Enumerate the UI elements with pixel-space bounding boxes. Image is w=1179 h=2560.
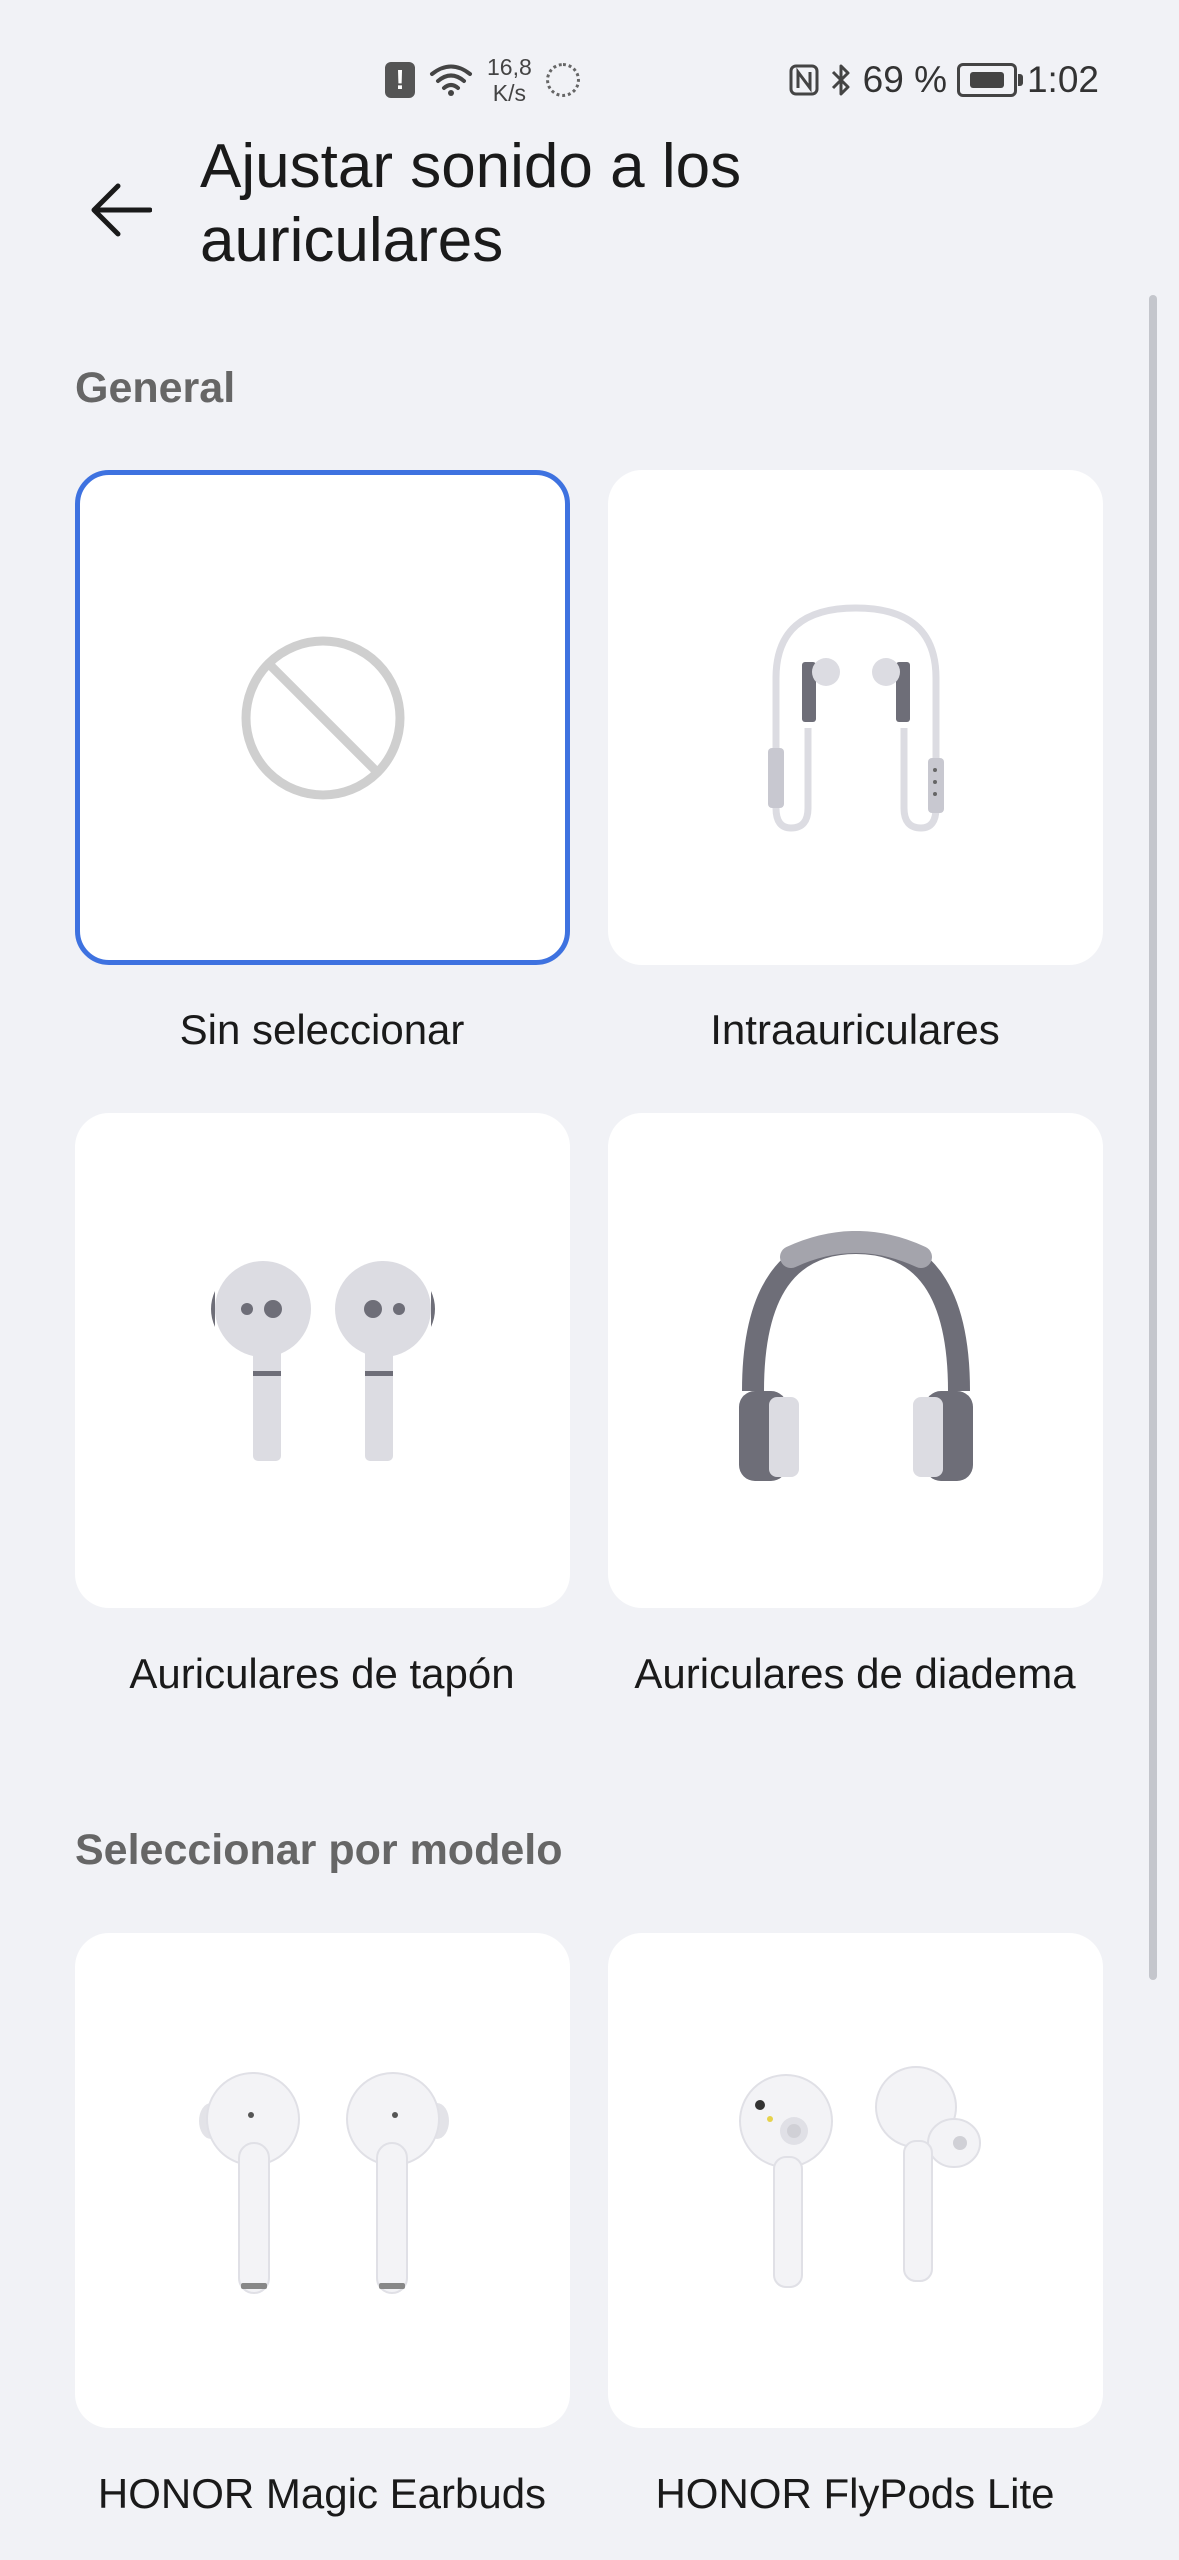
option-card-earbuds[interactable] <box>75 1113 570 1608</box>
status-bar-center: ! 16,8 K/s <box>385 52 580 108</box>
headphones-icon <box>738 1230 973 1481</box>
battery-percent: 69 % <box>862 59 947 100</box>
nfc-icon <box>789 64 819 96</box>
option-card-headphones[interactable] <box>608 1113 1103 1608</box>
option-card-in-ear[interactable] <box>608 470 1103 965</box>
battery-icon <box>956 63 1023 97</box>
arrow-left-icon <box>91 183 152 237</box>
model-card-magic-earbuds[interactable] <box>75 1933 570 2428</box>
wifi-icon <box>430 64 472 96</box>
back-button[interactable] <box>70 160 170 260</box>
neckband-earphones-icon <box>767 603 944 832</box>
model-label-flypods-lite: HONOR FlyPods Lite <box>655 2470 1055 2517</box>
option-label-earbuds: Auriculares de tapón <box>129 1650 515 1697</box>
option-card-none[interactable] <box>75 470 570 965</box>
network-speed-unit: K/s <box>492 80 526 106</box>
status-bar-right: 69 % 1:02 <box>789 52 1099 108</box>
page-title: Ajustar sonido a los auriculares <box>200 132 742 275</box>
option-label-in-ear: Intraauriculares <box>710 1006 1000 1053</box>
network-speed-value: 16,8 <box>487 54 532 80</box>
section-title-general: General <box>75 364 236 412</box>
alert-icon: ! <box>385 62 415 98</box>
honor-magic-earbuds-image <box>198 2071 449 2294</box>
no-selection-icon <box>241 636 404 799</box>
sync-icon <box>545 63 580 97</box>
model-label-magic-earbuds: HONOR Magic Earbuds <box>97 2470 547 2517</box>
scrollbar[interactable] <box>1149 295 1157 1980</box>
option-label-none: Sin seleccionar <box>179 1006 465 1053</box>
option-label-headphones: Auriculares de diadema <box>634 1650 1076 1697</box>
section-title-model: Seleccionar por modelo <box>75 1826 563 1874</box>
honor-flypods-lite-image <box>738 2065 981 2288</box>
clock: 1:02 <box>1026 59 1099 100</box>
bluetooth-icon <box>831 64 850 96</box>
model-card-flypods-lite[interactable] <box>608 1933 1103 2428</box>
network-speed: 16,8 K/s <box>487 54 532 106</box>
earbuds-icon <box>210 1260 435 1461</box>
